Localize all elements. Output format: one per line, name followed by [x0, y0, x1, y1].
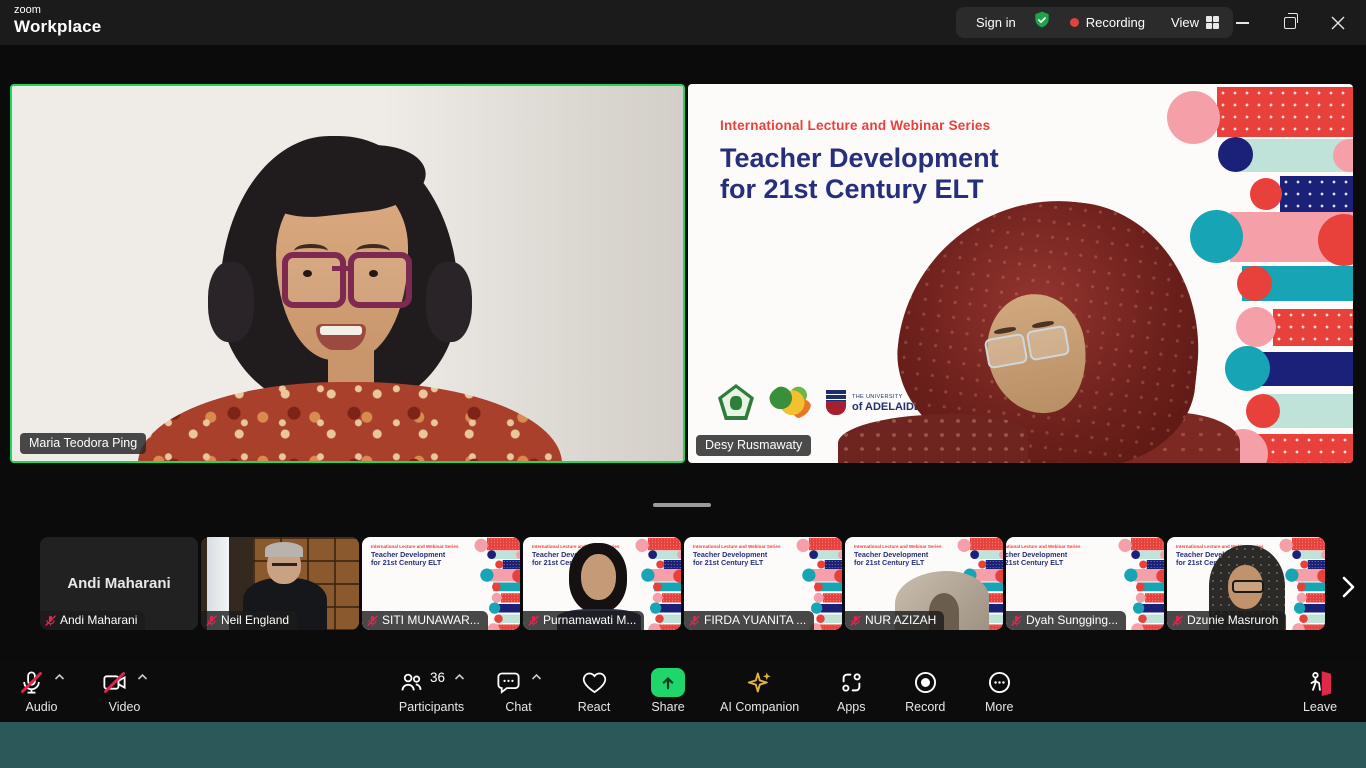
slide-logos: THE UNIVERSITY of ADELAIDE: [718, 384, 934, 420]
webinar-slide-text: International Lecture and Webinar Series…: [720, 118, 999, 204]
participant-name: Purnamawati M...: [543, 613, 636, 627]
participant-name-label: Purnamawati M...: [523, 611, 644, 630]
view-label: View: [1171, 15, 1199, 30]
participants-button[interactable]: 36 Participants: [398, 667, 465, 714]
mascot-logo-icon: [769, 385, 811, 419]
react-button[interactable]: React: [572, 667, 616, 714]
zoom-workplace-logo: zoom Workplace: [14, 4, 101, 36]
mic-muted-icon: [849, 614, 862, 627]
mic-muted-icon: [1010, 614, 1023, 627]
chat-caret-icon[interactable]: [531, 673, 542, 681]
participant-name: FIRDA YUANITA ...: [704, 613, 806, 627]
window-controls: [1218, 0, 1362, 45]
mic-muted-icon: [527, 614, 540, 627]
participant-thumbnail[interactable]: Neil England: [201, 537, 359, 630]
participant-name-label: Neil England: [201, 611, 297, 630]
chat-icon: [495, 669, 522, 696]
participant-thumbnail[interactable]: International Lecture and Webinar Series…: [1006, 537, 1164, 630]
share-button[interactable]: Share: [646, 667, 690, 714]
slide-series-line: International Lecture and Webinar Series: [720, 118, 999, 133]
filmstrip-next-button[interactable]: [1334, 570, 1362, 604]
minimize-icon: [1236, 22, 1249, 24]
participant-name-label: FIRDA YUANITA ...: [684, 611, 814, 630]
windows-taskbar: 28° Search T X W: [0, 722, 1366, 768]
participant-thumbnail[interactable]: International Lecture and Webinar Series…: [523, 537, 681, 630]
video-stage: Maria Teodora Ping International Lecture…: [0, 45, 1366, 660]
participant-name: NUR AZIZAH: [865, 613, 936, 627]
participant-name-label: Desy Rusmawaty: [696, 435, 811, 456]
participant-name: Andi Maharani: [60, 613, 137, 627]
adelaide-crest-icon: [826, 389, 846, 415]
zoom-meeting-window: zoom Workplace Sign in Recording View: [0, 0, 1366, 768]
participant-thumbnail[interactable]: Andi Maharani Andi Maharani: [40, 537, 198, 630]
titlebar-controls-pill: Sign in Recording View: [956, 7, 1233, 38]
leave-door-icon: [1307, 669, 1334, 696]
filmstrip-resize-handle[interactable]: [653, 503, 711, 507]
audio-button[interactable]: Audio: [18, 667, 65, 714]
participant-name: SITI MUNAWAR...: [382, 613, 480, 627]
main-video-tile-desy[interactable]: International Lecture and Webinar Series…: [688, 84, 1353, 463]
participant-display-name: Andi Maharani: [40, 575, 198, 592]
chat-button[interactable]: Chat: [495, 667, 542, 714]
recording-label: Recording: [1086, 15, 1145, 30]
sign-in-button[interactable]: Sign in: [970, 15, 1032, 30]
close-button[interactable]: [1314, 0, 1362, 45]
filmstrip: Andi Maharani Andi Maharani Neil England In…: [40, 537, 1325, 630]
university-logo-icon: [718, 384, 754, 420]
restore-button[interactable]: [1266, 0, 1314, 45]
participant-thumbnail[interactable]: International Lecture and Webinar Series…: [1167, 537, 1325, 630]
mic-muted-icon: [1171, 614, 1184, 627]
meeting-toolbar: Audio Video 36 Participants: [0, 660, 1366, 722]
mic-muted-icon: [205, 614, 218, 627]
restore-icon: [1284, 17, 1296, 29]
participant-name: Dyah Sungging...: [1026, 613, 1118, 627]
participant-thumbnail[interactable]: International Lecture and Webinar Series…: [362, 537, 520, 630]
main-video-tile-maria[interactable]: Maria Teodora Ping: [10, 84, 685, 463]
participant-name-label: Dyah Sungging...: [1006, 611, 1126, 630]
apps-icon: [838, 669, 865, 696]
participant-name-label: SITI MUNAWAR...: [362, 611, 488, 630]
brand-workplace: Workplace: [14, 17, 101, 37]
audio-options-caret-icon[interactable]: [54, 673, 65, 681]
brand-zoom: zoom: [14, 4, 101, 17]
record-button[interactable]: Record: [903, 667, 947, 714]
participant-count: 36: [430, 670, 445, 685]
participants-icon: [398, 669, 425, 696]
mic-muted-icon: [44, 614, 57, 627]
participant-name-label: Andi Maharani: [40, 611, 145, 630]
record-icon: [912, 669, 939, 696]
more-button[interactable]: More: [977, 667, 1021, 714]
camera-off-icon: [101, 669, 128, 696]
video-button[interactable]: Video: [101, 667, 148, 714]
participant-name-label: Maria Teodora Ping: [20, 433, 146, 454]
heart-icon: [581, 669, 608, 696]
participant-name: Neil England: [221, 613, 289, 627]
participant-name: Dzunie Masruroh: [1187, 613, 1278, 627]
recording-indicator[interactable]: Recording: [1052, 15, 1163, 30]
leave-button[interactable]: Leave: [1298, 667, 1342, 714]
minimize-button[interactable]: [1218, 0, 1266, 45]
view-button[interactable]: View: [1163, 15, 1219, 30]
security-shield-icon[interactable]: [1032, 10, 1052, 35]
participant-thumbnail[interactable]: International Lecture and Webinar Series…: [684, 537, 842, 630]
mic-muted-icon: [366, 614, 379, 627]
participant-name-label: Dzunie Masruroh: [1167, 611, 1286, 630]
title-bar: zoom Workplace Sign in Recording View: [0, 0, 1366, 45]
mic-muted-icon: [18, 669, 45, 696]
mic-muted-icon: [688, 614, 701, 627]
more-ellipsis-icon: [986, 669, 1013, 696]
ai-companion-button[interactable]: AI Companion: [720, 667, 799, 714]
close-icon: [1331, 16, 1345, 30]
apps-button[interactable]: Apps: [829, 667, 873, 714]
slide-title: Teacher Development for 21st Century ELT: [720, 143, 999, 204]
recording-dot-icon: [1070, 18, 1079, 27]
sparkles-icon: [746, 669, 773, 696]
share-screen-icon: [651, 668, 685, 697]
participant-name-label: NUR AZIZAH: [845, 611, 944, 630]
chevron-right-icon: [1340, 575, 1356, 599]
video-options-caret-icon[interactable]: [137, 673, 148, 681]
participant-thumbnail[interactable]: International Lecture and Webinar Series…: [845, 537, 1003, 630]
participants-caret-icon[interactable]: [454, 673, 465, 681]
